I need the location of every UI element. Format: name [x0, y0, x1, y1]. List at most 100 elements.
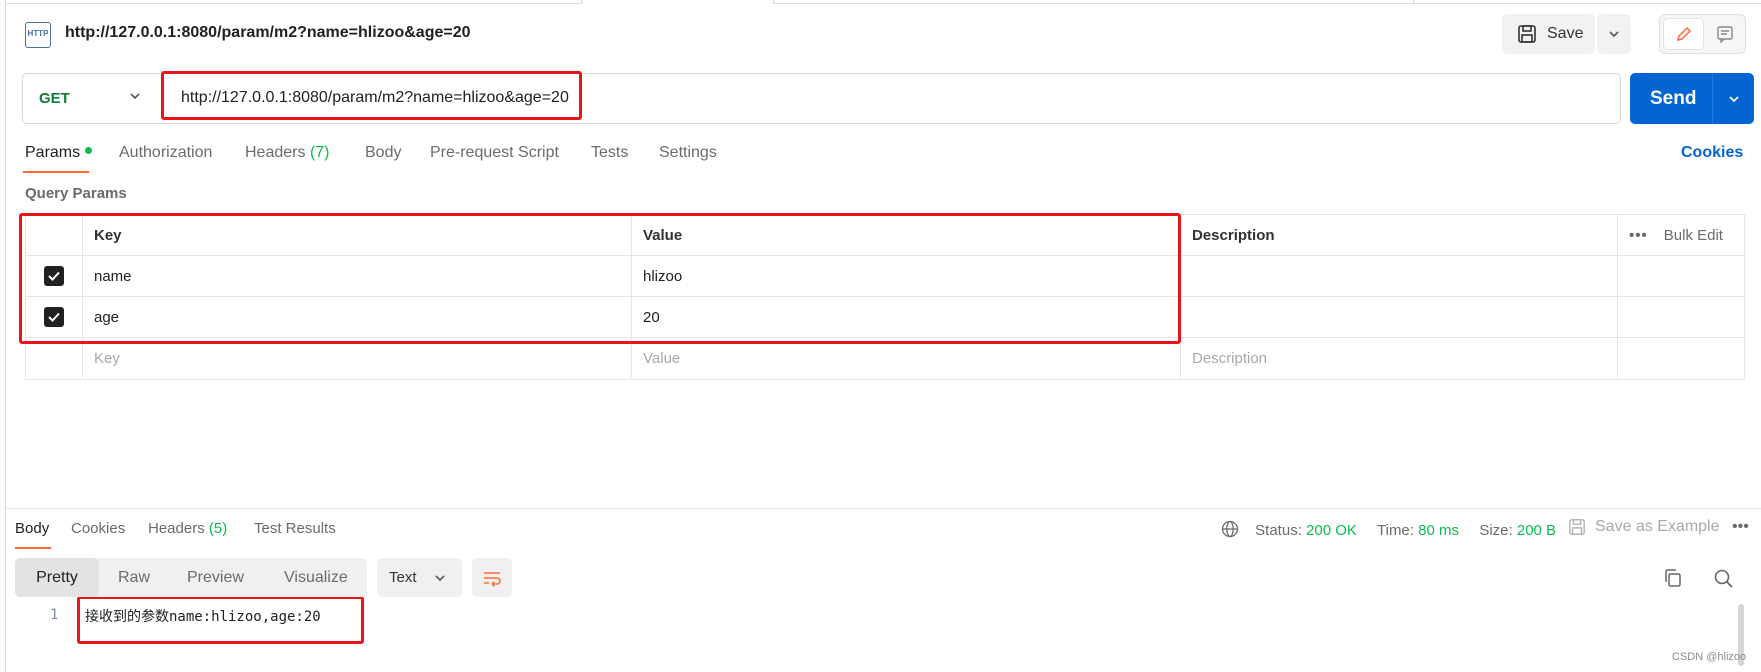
save-options-button[interactable] — [1597, 14, 1631, 54]
checkmark-icon — [48, 312, 60, 322]
watermark: CSDN @hlizoo — [1672, 651, 1747, 663]
tab-label: Headers — [148, 520, 205, 537]
value-column-header: Value — [632, 215, 1181, 255]
key-column-header: Key — [83, 215, 632, 255]
request-header: HTTP http://127.0.0.1:8080/param/m2?name… — [22, 14, 1752, 54]
pencil-icon — [1676, 26, 1691, 42]
row-checkbox-cell — [26, 338, 83, 378]
mode-toggle-group — [1659, 14, 1746, 54]
table-row: name hlizoo — [26, 256, 1744, 297]
tab-strip-segment — [774, 0, 1414, 4]
search-icon[interactable] — [1713, 568, 1734, 589]
active-tab-indicator — [15, 547, 51, 549]
table-header-row: Key Value Description ••• Bulk Edit — [26, 215, 1744, 256]
url-bar: GET http://127.0.0.1:8080/param/m2?name=… — [22, 73, 1621, 124]
checkmark-icon — [48, 271, 60, 281]
tab-headers[interactable]: Headers (7) — [245, 144, 330, 162]
row-checkbox-cell — [26, 297, 83, 337]
tab-strip-segment — [582, 0, 774, 4]
query-params-title: Query Params — [25, 185, 127, 202]
tab-authorization[interactable]: Authorization — [119, 144, 212, 162]
save-as-example-label: Save as Example — [1595, 518, 1720, 535]
tab-test-results[interactable]: Test Results — [254, 520, 336, 537]
status-label: Status: — [1255, 522, 1302, 539]
line-number: 1 — [50, 607, 59, 623]
params-active-dot — [85, 147, 93, 155]
globe-icon[interactable] — [1221, 520, 1239, 538]
bulk-edit-button[interactable]: Bulk Edit — [1664, 227, 1723, 244]
save-button[interactable]: Save — [1502, 14, 1595, 54]
format-value: Text — [389, 569, 417, 586]
view-pretty[interactable]: Pretty — [15, 558, 99, 597]
url-input[interactable]: http://127.0.0.1:8080/param/m2?name=hliz… — [181, 89, 569, 107]
more-options-icon[interactable]: ••• — [1629, 227, 1648, 244]
description-column-header: Description — [1181, 215, 1618, 255]
tab-label: Params — [25, 144, 81, 161]
tab-settings[interactable]: Settings — [659, 144, 717, 162]
chevron-down-icon[interactable] — [127, 88, 143, 104]
view-raw[interactable]: Raw — [118, 558, 150, 597]
query-params-table: Key Value Description ••• Bulk Edit name… — [25, 214, 1745, 380]
wrap-lines-button[interactable] — [472, 558, 512, 597]
chevron-down-icon — [1609, 31, 1619, 38]
table-row-new: Key Value Description — [26, 338, 1744, 379]
description-field[interactable] — [1181, 297, 1618, 337]
documentation-mode-button[interactable] — [1707, 18, 1743, 50]
response-headers-count: (5) — [208, 520, 228, 537]
size-value[interactable]: 200 B — [1517, 522, 1556, 539]
save-icon — [1518, 25, 1536, 43]
request-title[interactable]: http://127.0.0.1:8080/param/m2?name=hliz… — [65, 24, 471, 42]
response-meta: Status: 200 OK Time: 80 ms Size: 200 B — [1221, 520, 1556, 539]
more-options-icon[interactable]: ••• — [1732, 518, 1749, 536]
value-field[interactable]: 20 — [632, 297, 1181, 337]
copy-icon[interactable] — [1663, 568, 1683, 588]
tab-params[interactable]: Params — [25, 144, 93, 162]
response-body-text[interactable]: 接收到的参数name:hlizoo,age:20 — [85, 606, 321, 626]
request-tabs: Params Authorization Headers (7) Body Pr… — [23, 144, 1755, 174]
view-preview[interactable]: Preview — [187, 558, 244, 597]
chevron-down-icon — [1728, 95, 1739, 102]
send-options-button[interactable] — [1712, 73, 1754, 124]
view-visualize[interactable]: Visualize — [284, 558, 348, 597]
edit-mode-button[interactable] — [1663, 18, 1704, 50]
checkbox-column-header — [26, 215, 83, 255]
new-key-field[interactable]: Key — [83, 338, 632, 378]
tab-response-headers[interactable]: Headers (5) — [148, 520, 227, 537]
wrap-lines-icon — [484, 571, 501, 587]
time-value[interactable]: 80 ms — [1418, 522, 1459, 539]
headers-count: (7) — [309, 144, 330, 161]
tab-label: Headers — [245, 144, 306, 161]
row-actions-cell — [1618, 338, 1744, 378]
table-row: age 20 — [26, 297, 1744, 338]
top-tab-strip — [6, 0, 1761, 4]
value-field[interactable]: hlizoo — [632, 256, 1181, 296]
cookies-link[interactable]: Cookies — [1681, 144, 1743, 162]
row-actions-cell — [1618, 256, 1744, 296]
save-as-example-button[interactable]: Save as Example — [1568, 518, 1720, 536]
new-description-field[interactable]: Description — [1181, 338, 1618, 378]
comment-doc-icon — [1717, 26, 1733, 43]
status-value[interactable]: 200 OK — [1306, 522, 1357, 539]
format-select[interactable]: Text — [377, 558, 462, 597]
row-checkbox[interactable] — [44, 266, 64, 286]
tab-pre-request-script[interactable]: Pre-request Script — [430, 144, 559, 162]
row-checkbox-cell — [26, 256, 83, 296]
active-tab-indicator — [23, 171, 89, 173]
tab-response-cookies[interactable]: Cookies — [71, 520, 125, 537]
left-window-edge — [0, 0, 6, 672]
save-icon — [1569, 519, 1585, 535]
tab-strip-segment — [6, 0, 582, 4]
response-view-toggle: Pretty Raw Preview Visualize — [15, 558, 367, 597]
bulk-edit-area: ••• Bulk Edit — [1618, 215, 1744, 255]
row-checkbox[interactable] — [44, 307, 64, 327]
chevron-down-icon — [434, 574, 445, 581]
new-value-field[interactable]: Value — [632, 338, 1181, 378]
save-label: Save — [1547, 25, 1584, 42]
key-field[interactable]: name — [83, 256, 632, 296]
tab-tests[interactable]: Tests — [591, 144, 628, 162]
tab-response-body[interactable]: Body — [15, 520, 49, 537]
description-field[interactable] — [1181, 256, 1618, 296]
tab-body[interactable]: Body — [365, 144, 401, 162]
method-select[interactable]: GET — [39, 90, 70, 107]
key-field[interactable]: age — [83, 297, 632, 337]
